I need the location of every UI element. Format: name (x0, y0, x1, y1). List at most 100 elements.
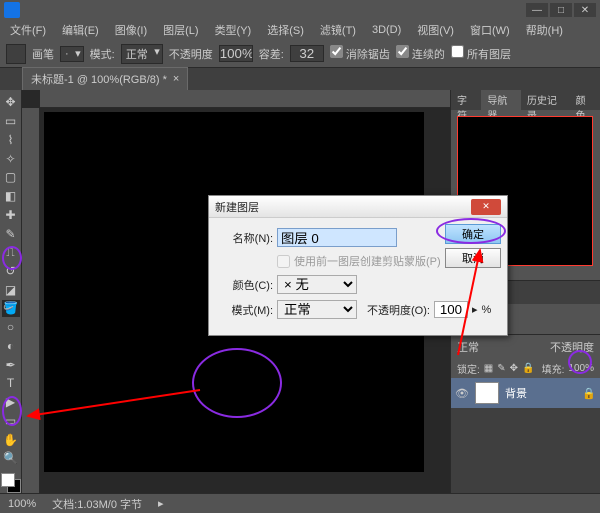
layer-name[interactable]: 背景 (505, 385, 576, 401)
ruler-vertical (22, 108, 40, 493)
layer-row-background[interactable]: 👁 背景 🔒 (451, 378, 600, 408)
hand-tool[interactable]: ✋ (2, 431, 20, 448)
layer-visibility-icon[interactable]: 👁 (455, 387, 469, 400)
tab-character[interactable]: 字符 (451, 90, 481, 110)
dlg-mode-dropdown[interactable]: 正常 (277, 300, 357, 319)
tab-history[interactable]: 历史记录 (521, 90, 570, 110)
dlg-opacity-suffix: % (481, 304, 491, 316)
dlg-mode-label: 模式(M): (217, 302, 273, 318)
menu-help[interactable]: 帮助(H) (520, 20, 569, 40)
layer-lock-icon: 🔒 (582, 387, 596, 400)
paint-bucket-tool[interactable]: 🪣 (2, 300, 20, 317)
color-label: 颜色(C): (217, 277, 273, 293)
lock-transparent-icon[interactable]: ▦ (484, 363, 493, 374)
layers-panel: 正常 不透明度 锁定: ▦ ✎ ✥ 🔒 填充: 100% 👁 背景 🔒 (451, 334, 600, 493)
opacity-stepper-icon[interactable]: ▸ (472, 303, 478, 316)
color-swatches[interactable] (1, 473, 21, 493)
blur-tool[interactable]: ○ (2, 319, 20, 336)
tab-navigator[interactable]: 导航器 (481, 90, 521, 110)
opacity-label: 不透明度 (169, 46, 213, 62)
shape-tool[interactable]: ▭ (2, 412, 20, 429)
antialias-label: 消除锯齿 (346, 49, 390, 61)
menu-type[interactable]: 类型(Y) (209, 20, 258, 40)
color-dropdown[interactable]: × 无 (277, 275, 357, 294)
healing-tool[interactable]: ✚ (2, 206, 20, 223)
layer-name-input[interactable] (277, 228, 397, 247)
layers-blend-row: 正常 不透明度 (451, 335, 600, 359)
zoom-level[interactable]: 100% (8, 498, 36, 510)
menu-3d[interactable]: 3D(D) (366, 22, 407, 38)
contiguous-label: 连续的 (412, 49, 445, 61)
menu-filter[interactable]: 滤镜(T) (314, 20, 362, 40)
mode-dropdown[interactable]: 正常 (121, 44, 163, 64)
dialog-close-button[interactable]: ✕ (471, 199, 501, 215)
opacity-input[interactable] (219, 45, 253, 62)
document-tab-close[interactable]: × (173, 73, 179, 85)
dialog-body: 确定 取消 名称(N): 使用前一图层创建剪贴蒙版(P) 颜色(C): × 无 … (209, 218, 507, 335)
zoom-tool[interactable]: 🔍 (2, 450, 20, 467)
menu-image[interactable]: 图像(I) (109, 20, 153, 40)
marquee-tool[interactable]: ▭ (2, 113, 20, 130)
eyedropper-tool[interactable]: ◧ (2, 188, 20, 205)
dlg-opacity-input[interactable] (434, 301, 468, 318)
menu-edit[interactable]: 编辑(E) (56, 20, 105, 40)
document-tab-title: 未标题-1 @ 100%(RGB/8) * (31, 71, 167, 87)
clip-mask-label: 使用前一图层创建剪贴蒙版(P) (294, 253, 441, 269)
lasso-tool[interactable]: ⌇ (2, 131, 20, 148)
dialog-titlebar[interactable]: 新建图层 ✕ (209, 196, 507, 218)
minimize-button[interactable]: ― (526, 3, 548, 17)
blend-mode-dropdown[interactable]: 正常 (457, 339, 546, 355)
type-tool[interactable]: T (2, 375, 20, 392)
brush-preset-dropdown[interactable]: · (60, 46, 84, 62)
mode-label: 模式: (90, 46, 115, 62)
tolerance-input[interactable] (290, 45, 324, 62)
window-controls: ― □ ✕ (526, 3, 596, 17)
cancel-button[interactable]: 取消 (445, 248, 501, 268)
layer-opacity-label: 不透明度 (550, 339, 594, 355)
menu-layer[interactable]: 图层(L) (157, 20, 204, 40)
crop-tool[interactable]: ▢ (2, 169, 20, 186)
lock-position-icon[interactable]: ✥ (510, 363, 518, 374)
maximize-button[interactable]: □ (550, 3, 572, 17)
close-button[interactable]: ✕ (574, 3, 596, 17)
foreground-color[interactable] (1, 473, 15, 487)
stamp-tool[interactable]: ⎍ (2, 244, 20, 261)
eraser-tool[interactable]: ◪ (2, 281, 20, 298)
contiguous-checkbox[interactable]: 连续的 (396, 45, 445, 62)
ruler-horizontal (40, 90, 450, 108)
dialog-title-text: 新建图层 (215, 199, 259, 215)
titlebar: ― □ ✕ (0, 0, 600, 20)
name-label: 名称(N): (217, 230, 273, 246)
dodge-tool[interactable]: ◐ (2, 338, 20, 355)
all-layers-checkbox[interactable]: 所有图层 (451, 45, 511, 62)
tool-preset-icon[interactable] (6, 44, 26, 64)
layer-thumbnail[interactable] (475, 382, 499, 404)
document-tabs: 未标题-1 @ 100%(RGB/8) * × (0, 68, 600, 90)
toolbox: ✥ ▭ ⌇ ✧ ▢ ◧ ✚ ✎ ⎍ ↺ ◪ 🪣 ○ ◐ ✒ T ▶ ▭ ✋ 🔍 (0, 90, 22, 493)
lock-all-icon[interactable]: 🔒 (522, 363, 534, 374)
statusbar-chevron-icon[interactable]: ▸ (158, 497, 164, 510)
fill-value[interactable]: 100% (568, 363, 594, 374)
magic-wand-tool[interactable]: ✧ (2, 150, 20, 167)
menu-window[interactable]: 窗口(W) (464, 20, 516, 40)
antialias-checkbox[interactable]: 消除锯齿 (330, 45, 390, 62)
tab-color[interactable]: 颜色 (570, 90, 600, 110)
menu-file[interactable]: 文件(F) (4, 20, 52, 40)
menu-select[interactable]: 选择(S) (261, 20, 310, 40)
menu-view[interactable]: 视图(V) (411, 20, 460, 40)
app-icon (4, 2, 20, 18)
pen-tool[interactable]: ✒ (2, 356, 20, 373)
new-layer-dialog: 新建图层 ✕ 确定 取消 名称(N): 使用前一图层创建剪贴蒙版(P) 颜色(C… (208, 195, 508, 336)
lock-label: 锁定: (457, 361, 480, 376)
move-tool[interactable]: ✥ (2, 94, 20, 111)
all-layers-label: 所有图层 (467, 49, 511, 61)
lock-pixels-icon[interactable]: ✎ (497, 363, 505, 374)
ok-button[interactable]: 确定 (445, 224, 501, 244)
statusbar: 100% 文档:1.03M/0 字节 ▸ (0, 493, 600, 513)
history-brush-tool[interactable]: ↺ (2, 263, 20, 280)
menubar: 文件(F) 编辑(E) 图像(I) 图层(L) 类型(Y) 选择(S) 滤镜(T… (0, 20, 600, 40)
path-select-tool[interactable]: ▶ (2, 394, 20, 411)
brush-tool[interactable]: ✎ (2, 225, 20, 242)
fill-label: 填充: (542, 361, 565, 376)
document-tab[interactable]: 未标题-1 @ 100%(RGB/8) * × (22, 67, 188, 90)
